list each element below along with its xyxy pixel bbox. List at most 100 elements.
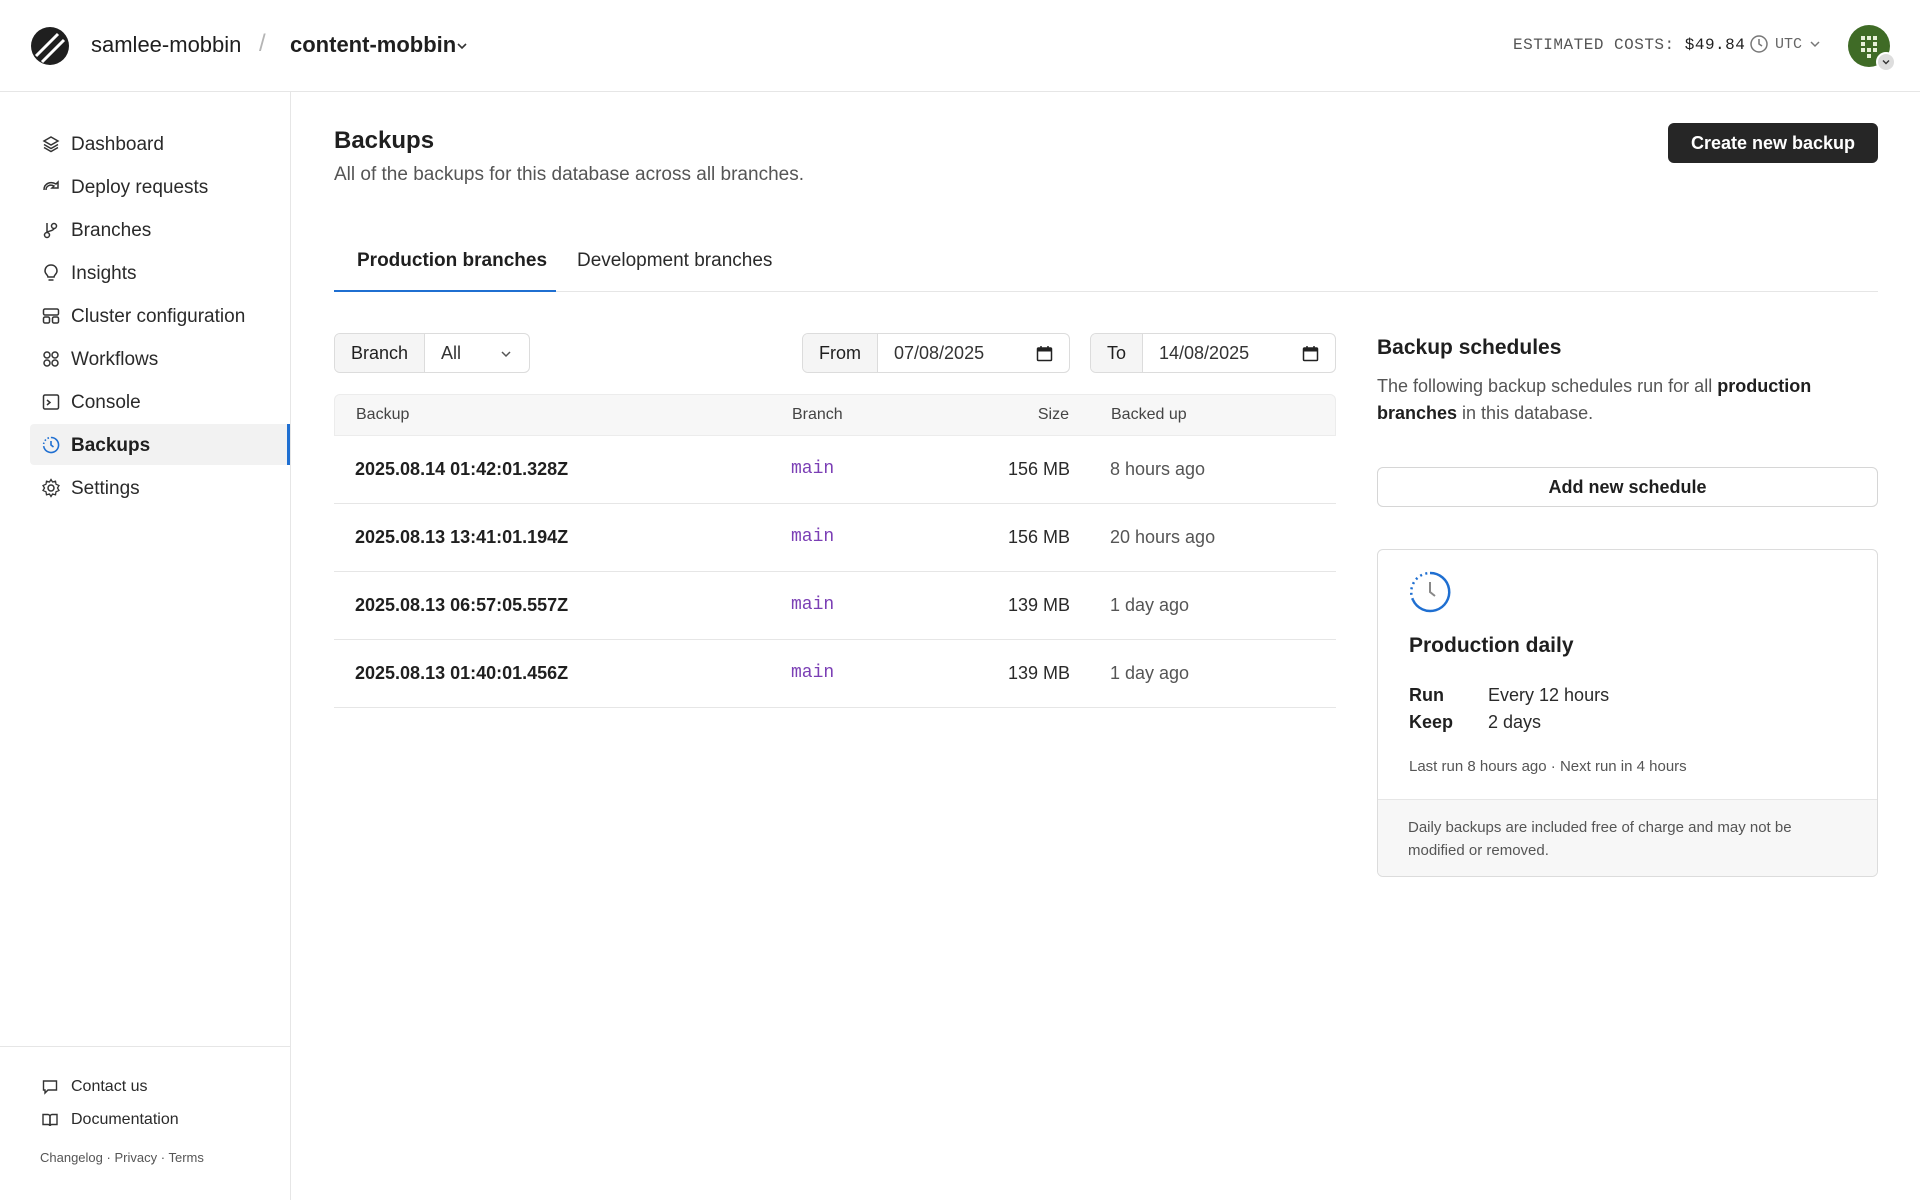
- cluster-icon: [42, 308, 60, 324]
- chevron-down-icon[interactable]: [455, 39, 469, 53]
- active-tab-indicator: [334, 290, 556, 292]
- sidebar-item-label: Branches: [71, 220, 152, 241]
- to-date-filter[interactable]: To 14/08/2025: [1090, 333, 1336, 373]
- table-row[interactable]: 2025.08.14 01:42:01.328Z main 156 MB 8 h…: [334, 436, 1336, 504]
- from-date-input[interactable]: 07/08/2025: [878, 334, 1069, 372]
- backup-branch[interactable]: main: [791, 595, 834, 615]
- sidebar-divider: [0, 1046, 291, 1047]
- chevron-down-icon: [501, 351, 511, 358]
- tab-production-branches[interactable]: Production branches: [357, 250, 547, 272]
- to-date-input[interactable]: 14/08/2025: [1143, 334, 1335, 372]
- timezone-selector[interactable]: UTC: [1749, 34, 1822, 54]
- page-subtitle: All of the backups for this database acr…: [334, 164, 804, 185]
- sidebar-item-label: Workflows: [71, 349, 159, 370]
- backups-table-header: Backup Branch Size Backed up: [334, 394, 1336, 436]
- chat-icon: [42, 1080, 58, 1095]
- backup-branch[interactable]: main: [791, 527, 834, 547]
- from-label: From: [803, 334, 878, 372]
- avatar-menu-badge[interactable]: [1876, 52, 1896, 72]
- sidebar-item-backups[interactable]: Backups: [30, 424, 290, 465]
- branch-filter-select[interactable]: All: [425, 334, 529, 372]
- schedule-name: Production daily: [1409, 634, 1574, 657]
- run-label: Run: [1409, 685, 1444, 705]
- column-header-branch: Branch: [792, 406, 843, 423]
- backup-size: 156 MB: [1007, 527, 1070, 547]
- documentation-link[interactable]: Documentation: [41, 1111, 179, 1129]
- branch-tabs: Production branches Development branches: [334, 240, 1878, 292]
- add-schedule-button[interactable]: Add new schedule: [1377, 467, 1878, 507]
- table-row[interactable]: 2025.08.13 13:41:01.194Z main 156 MB 20 …: [334, 504, 1336, 572]
- backup-schedules-title: Backup schedules: [1377, 336, 1562, 359]
- sidebar-item-console[interactable]: Console: [30, 381, 290, 422]
- sidebar-item-settings[interactable]: Settings: [30, 467, 290, 508]
- column-header-size: Size: [1037, 406, 1069, 423]
- sidebar-item-label: Backups: [71, 435, 151, 456]
- backup-age: 8 hours ago: [1110, 459, 1206, 479]
- calendar-icon[interactable]: [1302, 345, 1319, 362]
- next-run: Next run in 4 hours: [1559, 758, 1687, 775]
- from-date-value: 07/08/2025: [894, 342, 985, 363]
- meta-separator: ·: [1550, 758, 1556, 775]
- estimated-costs: ESTIMATED COSTS: $49.84: [1513, 36, 1745, 54]
- backup-age: 1 day ago: [1110, 663, 1190, 683]
- to-date-value: 14/08/2025: [1159, 342, 1250, 363]
- breadcrumb-separator: /: [259, 30, 266, 57]
- sidebar-item-label: Insights: [71, 263, 137, 284]
- calendar-icon[interactable]: [1036, 345, 1053, 362]
- sidebar-item-label: Deploy requests: [71, 177, 209, 198]
- sidebar-item-insights[interactable]: Insights: [30, 252, 290, 293]
- branch-icon: [43, 222, 58, 239]
- terminal-icon: [42, 394, 60, 410]
- backup-name[interactable]: 2025.08.13 01:40:01.456Z: [355, 663, 568, 684]
- branch-filter-value: All: [441, 342, 462, 363]
- branch-filter-label: Branch: [335, 334, 426, 372]
- footer-separator: ·: [106, 1150, 111, 1165]
- table-row[interactable]: 2025.08.13 06:57:05.557Z main 139 MB 1 d…: [334, 572, 1336, 640]
- sidebar-item-deploy-requests[interactable]: Deploy requests: [30, 166, 290, 207]
- backup-branch[interactable]: main: [791, 459, 834, 479]
- gear-icon: [42, 478, 60, 498]
- sidebar-item-label: Settings: [71, 478, 140, 499]
- table-row[interactable]: 2025.08.13 01:40:01.456Z main 139 MB 1 d…: [334, 640, 1336, 708]
- backup-name[interactable]: 2025.08.14 01:42:01.328Z: [355, 459, 568, 480]
- backup-size: 156 MB: [1007, 459, 1070, 479]
- app-logo-icon[interactable]: [30, 26, 70, 66]
- backup-size: 139 MB: [1007, 595, 1070, 615]
- contact-us-link[interactable]: Contact us: [41, 1078, 147, 1096]
- backup-name[interactable]: 2025.08.13 06:57:05.557Z: [355, 595, 568, 616]
- schedule-keep-row: Keep 2 days: [1409, 712, 1541, 733]
- lightbulb-icon: [44, 264, 58, 281]
- last-run: Last run 8 hours ago: [1409, 758, 1547, 775]
- database-switcher[interactable]: content-mobbin: [290, 32, 456, 58]
- run-value: Every 12 hours: [1488, 685, 1610, 705]
- tab-development-branches[interactable]: Development branches: [577, 250, 772, 272]
- changelog-link[interactable]: Changelog: [40, 1150, 103, 1165]
- sidebar-item-dashboard[interactable]: Dashboard: [30, 123, 290, 164]
- backup-size: 139 MB: [1007, 663, 1070, 683]
- footer-separator: ·: [160, 1150, 166, 1165]
- branch-filter[interactable]: Branch All: [334, 333, 530, 373]
- sidebar-item-workflows[interactable]: Workflows: [30, 338, 290, 379]
- terms-link[interactable]: Terms: [168, 1150, 203, 1165]
- book-icon: [42, 1113, 58, 1127]
- sidebar-item-label: Dashboard: [71, 134, 164, 155]
- layers-icon: [42, 136, 60, 153]
- keep-value: 2 days: [1488, 712, 1542, 732]
- page-title: Backups: [334, 127, 435, 154]
- backup-branch[interactable]: main: [791, 663, 834, 683]
- keep-label: Keep: [1409, 712, 1454, 732]
- chevron-down-icon: [1882, 60, 1890, 65]
- to-label: To: [1091, 334, 1144, 372]
- backup-name[interactable]: 2025.08.13 13:41:01.194Z: [355, 527, 568, 548]
- chevron-down-icon: [1810, 41, 1820, 48]
- create-backup-button[interactable]: Create new backup: [1668, 123, 1878, 163]
- column-header-backup: Backup: [356, 406, 410, 423]
- contact-us-label: Contact us: [71, 1078, 148, 1095]
- top-bar: samlee-mobbin / content-mobbin ESTIMATED…: [0, 0, 1920, 92]
- backup-clock-icon: [42, 436, 60, 454]
- sidebar-item-branches[interactable]: Branches: [30, 209, 290, 250]
- from-date-filter[interactable]: From 07/08/2025: [802, 333, 1070, 373]
- privacy-link[interactable]: Privacy: [114, 1150, 157, 1165]
- org-name[interactable]: samlee-mobbin: [91, 32, 241, 58]
- sidebar-item-cluster-configuration[interactable]: Cluster configuration: [30, 295, 290, 336]
